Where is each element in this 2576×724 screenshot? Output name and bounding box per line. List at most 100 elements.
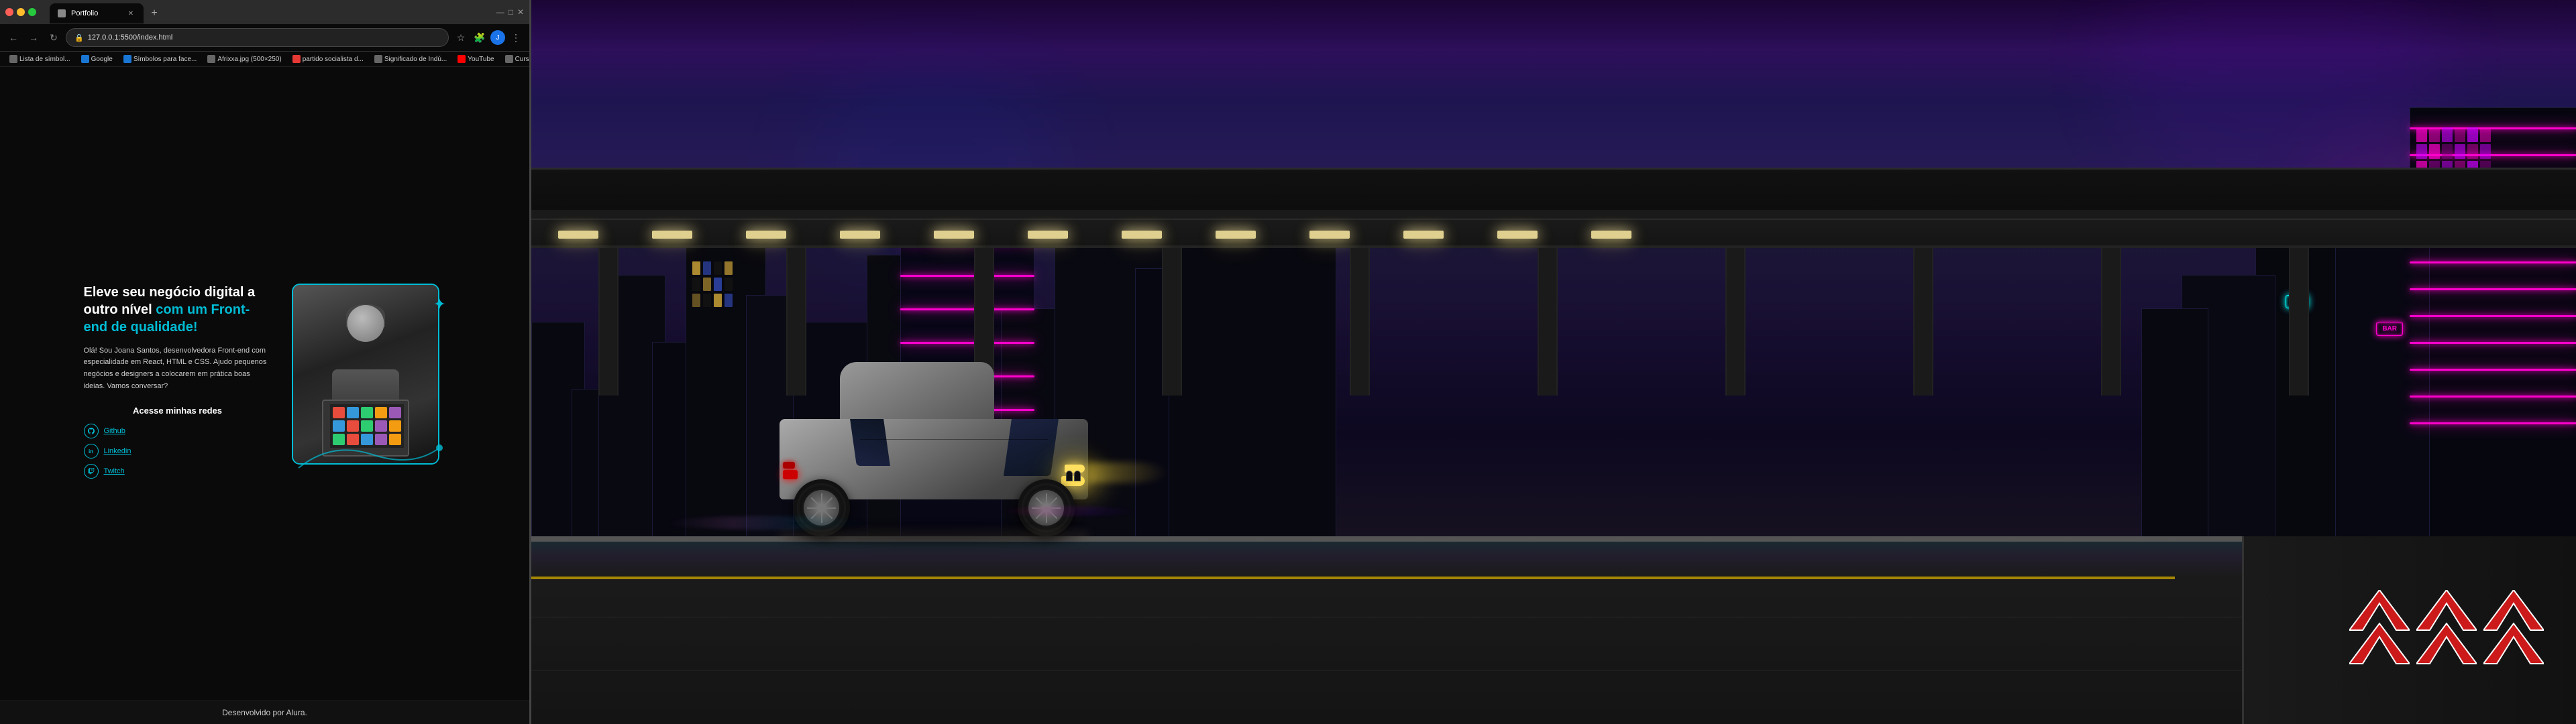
lock-icon: 🔒 [74, 34, 84, 42]
curve-decoration [278, 428, 466, 485]
title-bar: Portfolio ✕ + — □ ✕ [0, 0, 529, 24]
car-taillight-2 [783, 462, 795, 469]
overpass-column [2101, 248, 2121, 396]
sticker [389, 407, 401, 418]
right-panel: BAR 24H [531, 0, 2576, 724]
active-tab[interactable]: Portfolio ✕ [50, 3, 144, 23]
chevron-arrow-1 [2349, 590, 2410, 670]
refresh-button[interactable]: ↻ [46, 29, 62, 46]
close-window-button[interactable] [5, 8, 13, 16]
puddle-reflection-2 [1001, 506, 1135, 516]
linkedin-link[interactable]: in Linkedin [84, 444, 272, 459]
bookmark-label: Significado de Indú... [384, 56, 447, 63]
maximize-window-button[interactable] [28, 8, 36, 16]
browser-window: Portfolio ✕ + — □ ✕ ← → ↻ 🔒 127.0.0.1:55… [0, 0, 530, 724]
back-button[interactable]: ← [5, 29, 21, 46]
tab-bar: Portfolio ✕ + [44, 1, 494, 23]
portrait-head [347, 305, 384, 342]
overpass-light [1216, 231, 1256, 239]
bookmark-youtube-label: YouTube [468, 56, 494, 63]
hero-image-container: ✦ [285, 284, 446, 485]
chevron-arrow-3 [2483, 590, 2544, 670]
overpass-light [1403, 231, 1444, 239]
youtube-icon [458, 55, 466, 63]
car-roof [840, 362, 994, 419]
github-link-text: Github [104, 427, 125, 435]
overpass-lights [531, 231, 2576, 239]
bookmark-icon [123, 55, 131, 63]
bookmark-item[interactable]: Google [77, 54, 117, 64]
tab-label: Portfolio [71, 9, 98, 17]
bookmark-label: Afrixxa.jpg (500×250) [217, 56, 281, 63]
bookmark-icon [81, 55, 89, 63]
overpass-light [1122, 231, 1162, 239]
headlight-beam [1088, 463, 1169, 483]
window-minimize-icon[interactable]: — [496, 7, 504, 17]
sticker [375, 407, 387, 418]
window-size-controls: — □ ✕ [496, 7, 524, 17]
hero-section: Eleve seu negócio digital a outro nível … [0, 67, 529, 701]
overpass-light [746, 231, 786, 239]
overpass [531, 168, 2576, 248]
window-restore-icon[interactable]: □ [508, 7, 513, 17]
bookmark-item[interactable]: Curso de Mainten... [501, 54, 529, 64]
overpass-light [1309, 231, 1350, 239]
new-tab-button[interactable]: + [146, 5, 162, 21]
sparkle-decoration: ✦ [433, 297, 445, 312]
twitch-icon [84, 464, 99, 479]
bookmark-icon [374, 55, 382, 63]
bookmark-youtube[interactable]: YouTube [453, 54, 498, 64]
overpass-column [1913, 248, 1933, 396]
overpass-ceiling [531, 170, 2576, 210]
hero-text: Eleve seu negócio digital a outro nível … [84, 284, 272, 484]
footer-text: Desenvolvido por Alura. [222, 708, 307, 717]
hero-description: Olá! Sou Joana Santos, desenvolvedora Fr… [84, 345, 272, 392]
extensions-button[interactable]: 🧩 [472, 29, 488, 46]
overpass-light [652, 231, 692, 239]
bookmark-item[interactable]: Lista de símbol... [5, 54, 74, 64]
overpass-column [1538, 248, 1558, 396]
overpass-light [840, 231, 880, 239]
profile-button[interactable]: J [490, 30, 505, 45]
bookmark-label: Símbolos para face... [133, 56, 197, 63]
road-center-line [531, 577, 2175, 579]
bookmark-icon [207, 55, 215, 63]
footer: Desenvolvido por Alura. [0, 701, 529, 724]
puddle-reflection-1 [665, 516, 867, 530]
address-bar[interactable]: 🔒 127.0.0.1:5500/index.html [66, 28, 449, 47]
bookmark-label: partido socialista d... [303, 56, 364, 63]
road [531, 536, 2576, 724]
tab-favicon [58, 9, 66, 17]
star-bookmark-button[interactable]: ☆ [453, 29, 469, 46]
address-text: 127.0.0.1:5500/index.html [88, 34, 173, 42]
menu-button[interactable]: ⋮ [508, 29, 524, 46]
twitch-link-text: Twitch [104, 467, 125, 475]
bookmark-item[interactable]: Significado de Indú... [370, 54, 451, 64]
github-icon [84, 424, 99, 438]
twitch-link[interactable]: Twitch [84, 464, 272, 479]
chrome-ui: Portfolio ✕ + — □ ✕ ← → ↻ 🔒 127.0.0.1:55… [0, 0, 529, 67]
overpass-light [1497, 231, 1538, 239]
bookmark-icon [505, 55, 513, 63]
forward-button[interactable]: → [25, 29, 42, 46]
hero-title: Eleve seu negócio digital a outro nível … [84, 284, 272, 336]
window-close-icon[interactable]: ✕ [517, 7, 524, 17]
chevron-group [2349, 590, 2544, 644]
sticker [361, 407, 373, 418]
tab-close-button[interactable]: ✕ [126, 9, 136, 18]
bookmark-label: Curso de Mainten... [515, 56, 529, 63]
sticker [333, 407, 345, 418]
overpass-light [1591, 231, 1631, 239]
bookmark-item[interactable]: partido socialista d... [288, 54, 368, 64]
linkedin-icon: in [84, 444, 99, 459]
overpass-column [2289, 248, 2309, 396]
bookmark-icon [9, 55, 17, 63]
bookmark-item[interactable]: Afrixxa.jpg (500×250) [203, 54, 285, 64]
bookmark-item[interactable]: Símbolos para face... [119, 54, 201, 64]
overpass-light [558, 231, 598, 239]
github-link[interactable]: Github [84, 424, 272, 438]
minimize-window-button[interactable] [17, 8, 25, 16]
bookmark-label: Lista de símbol... [19, 56, 70, 63]
car-windshield-rear [850, 419, 890, 466]
window-controls [5, 8, 36, 16]
